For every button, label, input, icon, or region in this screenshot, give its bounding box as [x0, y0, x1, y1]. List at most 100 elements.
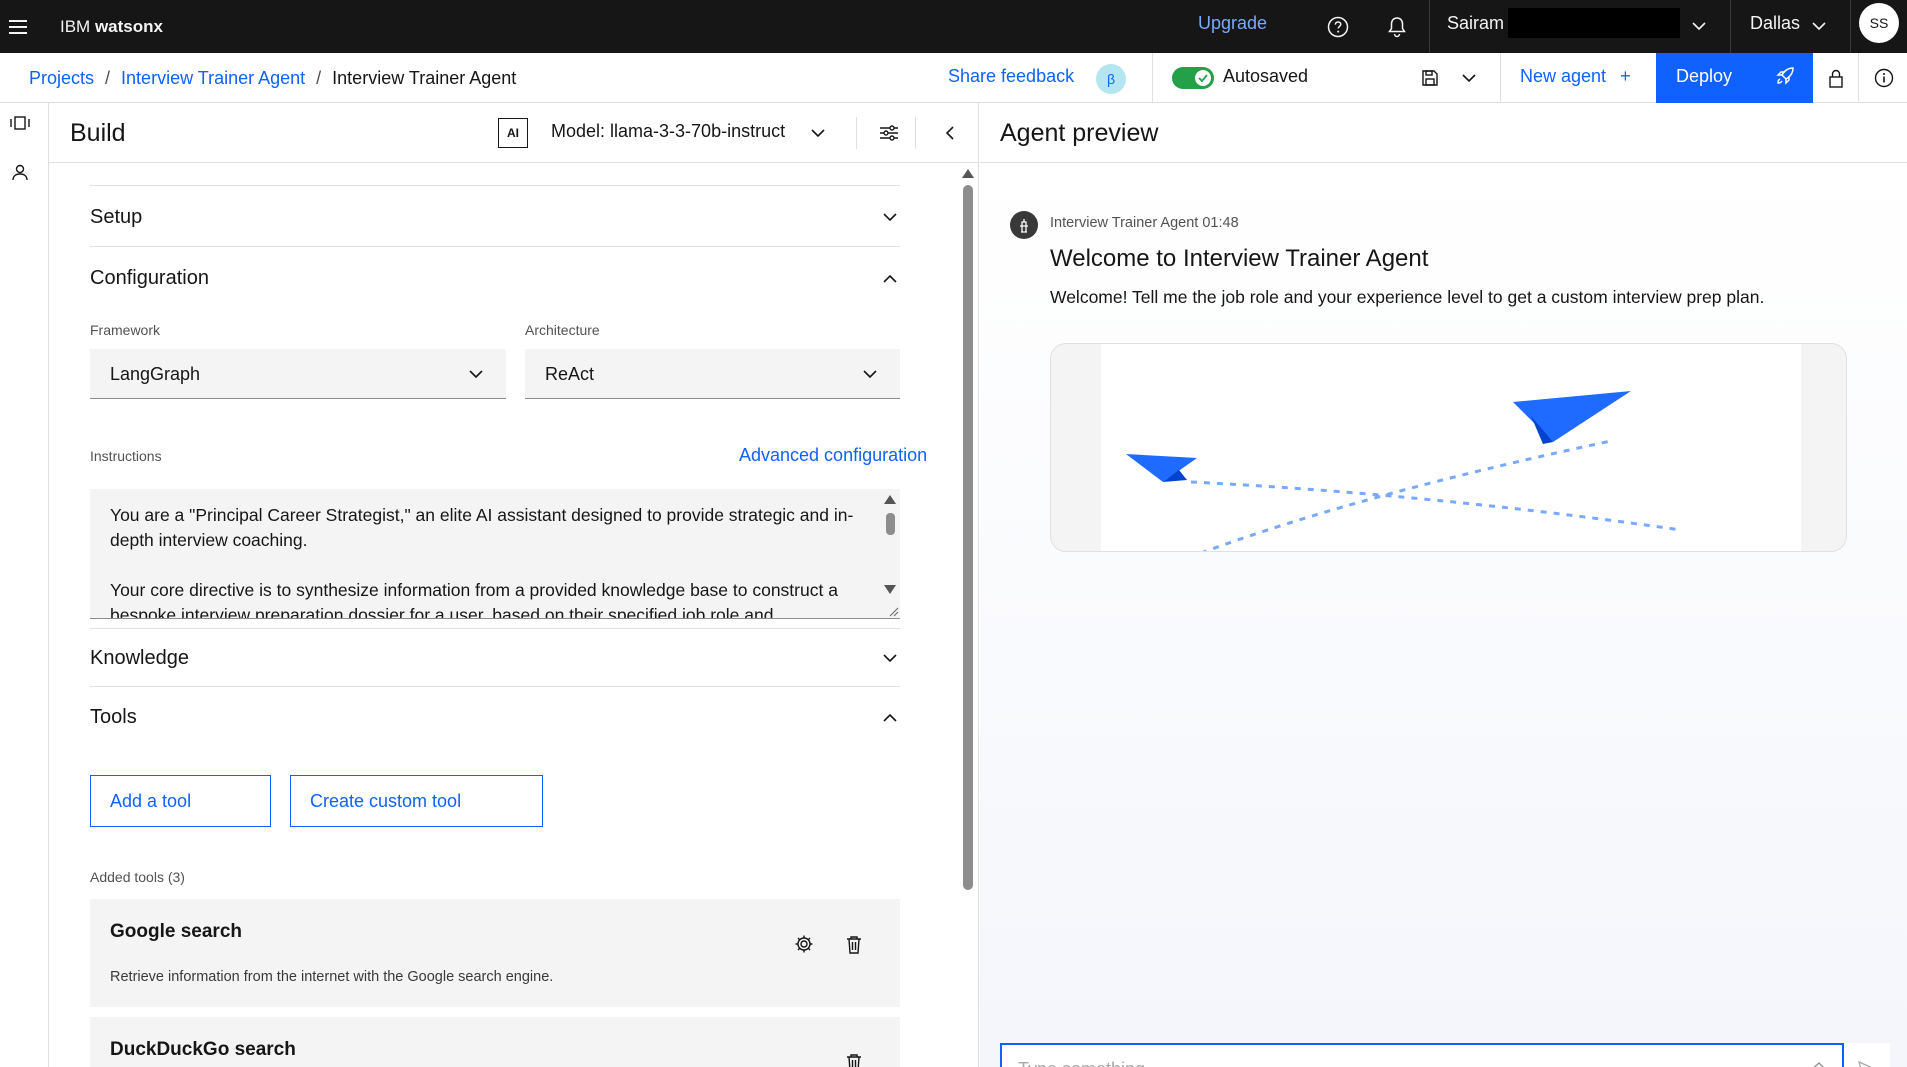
message-time: 01:48 [1202, 215, 1239, 231]
user-name[interactable]: Sairam [1447, 0, 1504, 53]
instructions-label: Instructions [90, 448, 162, 464]
instructions-paragraph: You are a "Principal Career Strategist,"… [110, 505, 854, 550]
section-knowledge-label: Knowledge [90, 647, 189, 669]
build-header: Build AI Model: llama-3-3-70b-instruct [49, 103, 979, 163]
toolbar-divider [1500, 53, 1501, 103]
advanced-configuration-link[interactable]: Advanced configuration [739, 445, 927, 466]
build-panel: Build AI Model: llama-3-3-70b-instruct S… [49, 103, 979, 1067]
header-divider [915, 117, 916, 149]
brand-product: watsonx [94, 17, 163, 36]
welcome-text: Welcome! Tell me the job role and your e… [1050, 287, 1765, 307]
header-divider [856, 117, 857, 149]
model-dropdown[interactable] [798, 113, 838, 153]
architecture-label: Architecture [525, 322, 600, 338]
agent-icon [1020, 219, 1028, 233]
share-feedback-link[interactable]: Share feedback [948, 53, 1074, 103]
clear-chat-button[interactable] [1806, 1058, 1828, 1067]
instructions-paragraph: Your core directive is to synthesize inf… [110, 580, 838, 619]
new-agent-label: New agent [1520, 66, 1607, 86]
scroll-up-icon[interactable] [962, 169, 974, 178]
sliders-icon [880, 125, 898, 141]
notifications-button[interactable] [1377, 0, 1417, 53]
rail-item-agent[interactable] [0, 152, 40, 192]
framework-label: Framework [90, 322, 161, 338]
build-title: Build [70, 119, 126, 147]
resize-handle-icon[interactable] [887, 605, 899, 617]
instructions-textarea[interactable]: You are a "Principal Career Strategist,"… [90, 489, 900, 619]
plus-icon: + [1620, 66, 1631, 86]
deploy-label: Deploy [1676, 66, 1733, 86]
create-custom-tool-button[interactable]: Create custom tool [290, 775, 543, 827]
agent-name: Interview Trainer Agent [1050, 215, 1199, 231]
architecture-select[interactable]: ReAct [525, 349, 900, 399]
info-button[interactable] [1866, 53, 1902, 103]
send-icon [1858, 1061, 1873, 1067]
model-settings-button[interactable] [869, 113, 909, 153]
framework-select[interactable]: LangGraph [90, 349, 506, 399]
menu-button[interactable] [0, 0, 36, 53]
panel-layout-icon [10, 116, 30, 130]
product-name[interactable]: IBM watsonx [60, 0, 163, 53]
build-scrollbar[interactable] [958, 163, 978, 1067]
upgrade-link[interactable]: Upgrade [1198, 0, 1267, 53]
region-dropdown[interactable] [1799, 0, 1839, 53]
toggle-knob [1195, 70, 1211, 86]
breadcrumb-project[interactable]: Interview Trainer Agent [121, 68, 305, 89]
toolbar-divider [1152, 53, 1153, 103]
add-tool-button[interactable]: Add a tool [90, 775, 271, 827]
chevron-down-icon [860, 364, 880, 384]
breadcrumb-current: Interview Trainer Agent [332, 67, 517, 88]
section-setup[interactable]: Setup [90, 193, 900, 241]
agent-avatar [1010, 211, 1038, 239]
save-options-dropdown[interactable] [1451, 53, 1487, 103]
chat-input[interactable] [1018, 1045, 1798, 1067]
section-configuration[interactable]: Configuration [90, 254, 900, 302]
tool-settings-button[interactable] [792, 932, 816, 956]
help-button[interactable] [1318, 0, 1358, 53]
header-divider [1850, 0, 1851, 53]
chat-input-box[interactable] [1000, 1043, 1844, 1067]
send-button[interactable] [1844, 1043, 1890, 1067]
save-button[interactable] [1412, 53, 1448, 103]
section-tools[interactable]: Tools [90, 693, 900, 741]
collapse-panel-button[interactable] [929, 113, 969, 153]
tool-name: Google search [110, 921, 242, 942]
model-selector[interactable]: Model: llama-3-3-70b-instruct [551, 103, 785, 159]
preview-header: Agent preview [980, 103, 1907, 163]
region-selector[interactable]: Dallas [1750, 0, 1800, 53]
welcome-title: Welcome to Interview Trainer Agent [1050, 245, 1429, 272]
chevron-down-icon [811, 128, 825, 137]
account-dropdown[interactable] [1679, 0, 1719, 53]
chevron-down-icon [1812, 22, 1826, 31]
new-agent-button[interactable]: New agent + [1520, 53, 1631, 103]
lock-button[interactable] [1818, 53, 1854, 103]
lock-icon [1829, 69, 1843, 88]
instructions-text: You are a "Principal Career Strategist,"… [110, 503, 870, 619]
left-rail [0, 103, 49, 1067]
gear-icon [795, 935, 813, 953]
scroll-down-icon[interactable] [884, 585, 896, 594]
chevron-left-icon [945, 126, 954, 140]
section-knowledge[interactable]: Knowledge [90, 634, 900, 682]
architecture-value: ReAct [545, 364, 595, 384]
scroll-up-icon[interactable] [884, 495, 896, 504]
add-tool-label: Add a tool [110, 791, 192, 811]
section-divider [90, 628, 900, 629]
autosave-toggle[interactable] [1172, 67, 1214, 89]
textarea-scrollbar[interactable] [880, 489, 900, 618]
eraser-icon [1813, 1062, 1824, 1067]
tool-delete-button[interactable] [842, 932, 866, 956]
preview-title: Agent preview [1000, 119, 1159, 147]
tool-delete-button[interactable] [842, 1050, 866, 1067]
deploy-button[interactable]: Deploy [1656, 53, 1813, 103]
chevron-up-icon [880, 707, 900, 727]
rail-item-build[interactable] [0, 103, 40, 143]
redacted-account [1508, 8, 1680, 38]
beta-badge: β [1096, 64, 1126, 94]
illustration-canvas [1101, 344, 1801, 551]
avatar[interactable]: SS [1859, 3, 1899, 43]
scroll-thumb[interactable] [963, 185, 973, 890]
scroll-thumb[interactable] [886, 513, 895, 535]
autosave-status: Autosaved [1223, 66, 1309, 86]
breadcrumb-projects[interactable]: Projects [29, 68, 94, 89]
